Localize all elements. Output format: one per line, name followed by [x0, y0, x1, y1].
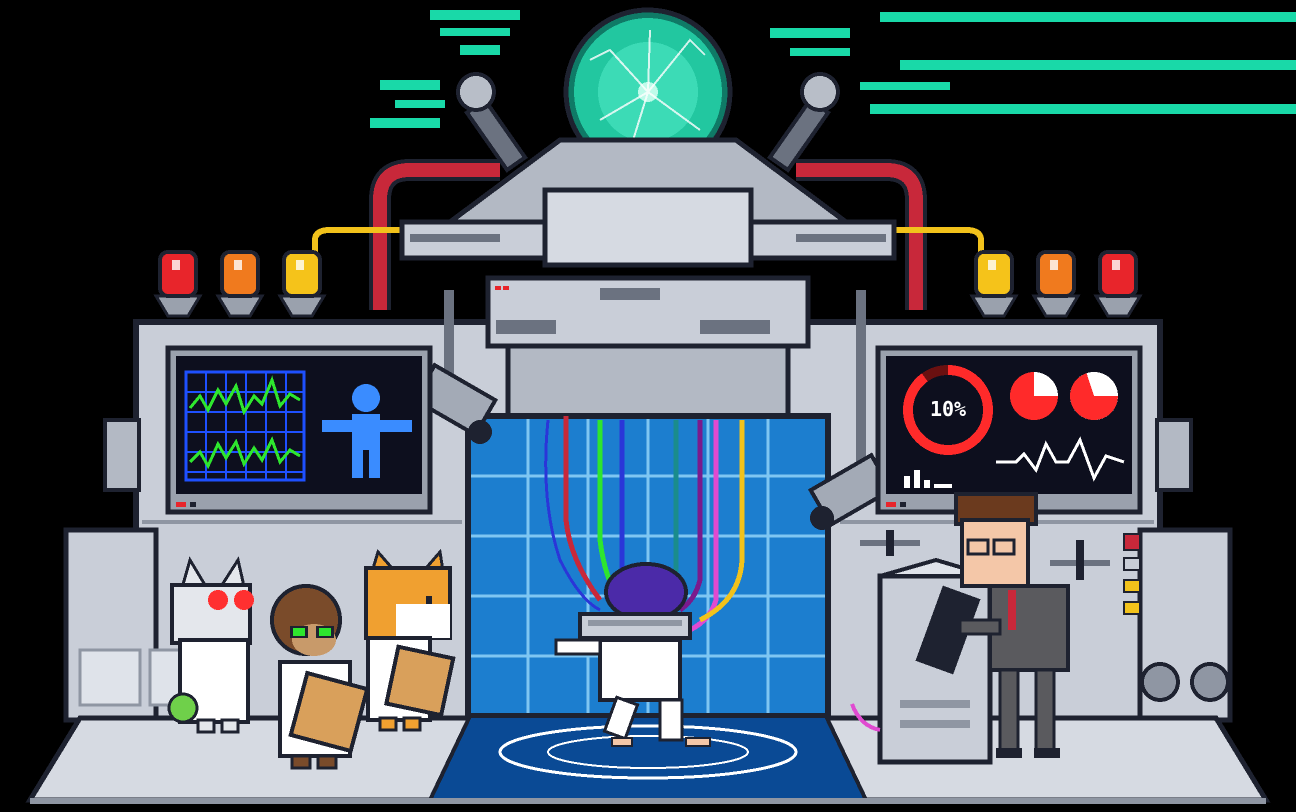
cat-scientist	[167, 556, 254, 734]
electric-streaks	[370, 10, 1296, 128]
warning-light	[277, 250, 327, 318]
warning-light	[1031, 250, 1081, 318]
gauge-percent-label: 10%	[930, 397, 966, 421]
tesla-coil-right	[767, 72, 840, 173]
warning-lights-left	[153, 250, 327, 318]
warning-light	[1093, 250, 1143, 318]
control-console	[877, 557, 993, 765]
warning-light	[215, 250, 265, 318]
right-monitor: 10%	[875, 345, 1143, 515]
warning-lights-right	[969, 250, 1143, 318]
warning-light	[153, 250, 203, 318]
left-monitor	[165, 345, 433, 515]
lab-scene: 10%	[25, 7, 1296, 804]
warning-light	[969, 250, 1019, 318]
tesla-coil-left	[456, 72, 528, 173]
